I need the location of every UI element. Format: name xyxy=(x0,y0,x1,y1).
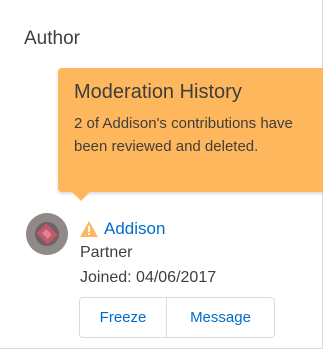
freeze-button[interactable]: Freeze xyxy=(80,298,167,337)
moderation-history-popover: Moderation History 2 of Addison's contri… xyxy=(58,68,323,201)
author-name-link[interactable]: Addison xyxy=(104,219,165,239)
author-card: Author Moderation History 2 of Addison's… xyxy=(0,0,323,349)
author-role: Partner xyxy=(80,244,133,261)
message-button[interactable]: Message xyxy=(167,298,274,337)
author-actions: Freeze Message xyxy=(79,297,275,338)
avatar[interactable] xyxy=(26,213,68,255)
card-title: Author xyxy=(24,28,80,49)
author-joined-date: Joined: 04/06/2017 xyxy=(80,269,217,286)
popover-body: 2 of Addison's contributions have been r… xyxy=(74,115,293,155)
warning-icon xyxy=(80,221,98,237)
popover-heading: Moderation History xyxy=(74,81,242,103)
